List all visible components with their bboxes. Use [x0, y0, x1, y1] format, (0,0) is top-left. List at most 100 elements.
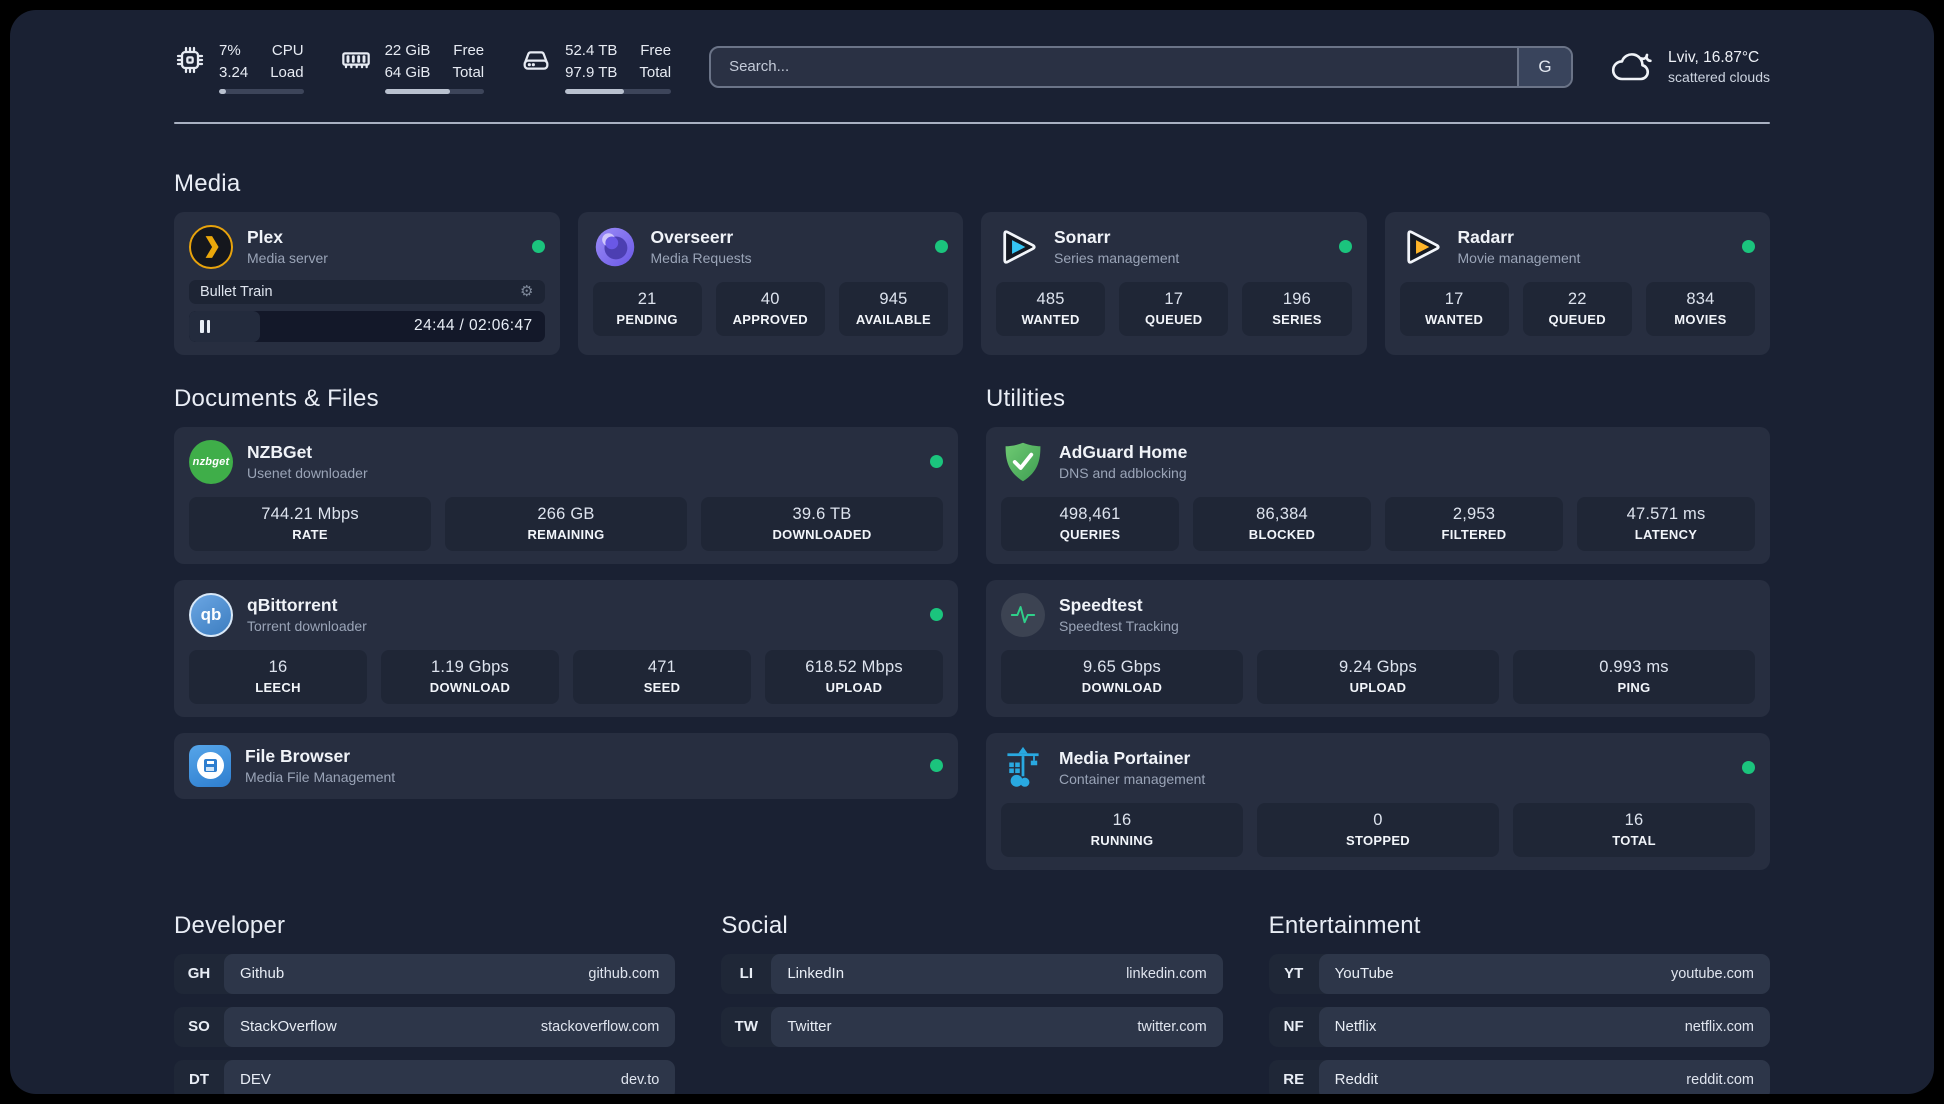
weather-condition: scattered clouds [1668, 68, 1770, 85]
link-url: dev.to [620, 1071, 660, 1088]
disk-total-value: 97.9 TB [565, 63, 618, 81]
app-subtitle: Media Requests [650, 250, 752, 266]
memory-icon [341, 52, 370, 69]
stat-latency: 47.571 ms LATENCY [1577, 496, 1755, 551]
app-subtitle: Media server [247, 250, 328, 266]
app-subtitle: DNS and adblocking [1059, 465, 1187, 481]
app-subtitle: Series management [1054, 250, 1180, 266]
session-settings-icon[interactable]: ⚙ [520, 284, 533, 299]
section-title-developer: Developer [174, 911, 286, 939]
app-name: Radarr [1457, 227, 1514, 247]
link-abbr: RE [1283, 1071, 1305, 1088]
link-twitter[interactable]: TW Twitter twitter.com [721, 1006, 1223, 1047]
cpu-progress-fill [219, 88, 226, 94]
link-netflix[interactable]: NF Netflix netflix.com [1268, 1006, 1770, 1047]
app-name: AdGuard Home [1059, 442, 1188, 462]
app-card-sonarr[interactable]: Sonarr Series management 485 WANTED 17 Q… [981, 211, 1367, 355]
link-name: StackOverflow [240, 1018, 337, 1035]
app-card-radarr[interactable]: Radarr Movie management 17 WANTED 22 QUE… [1384, 211, 1770, 355]
memory-total-label: Total [452, 63, 485, 81]
section-title-utilities: Utilities [986, 384, 1066, 412]
stat-seed: 471 SEED [573, 649, 751, 704]
speedtest-icon [1001, 592, 1045, 637]
app-subtitle: Torrent downloader [247, 618, 367, 634]
search-engine-button[interactable]: G [1517, 47, 1572, 86]
link-abbr: YT [1284, 965, 1304, 982]
stat-download: 1.19 Gbps DOWNLOAD [381, 649, 559, 704]
link-name: DEV [240, 1071, 271, 1088]
header-divider [174, 121, 1770, 124]
app-subtitle: Speedtest Tracking [1059, 618, 1179, 634]
app-card-filebrowser[interactable]: File Browser Media File Management [174, 732, 958, 799]
app-card-nzbget[interactable]: nzbget NZBGet Usenet downloader 744.21 M… [174, 426, 958, 564]
link-url: stackoverflow.com [540, 1018, 660, 1035]
link-linkedin[interactable]: LI LinkedIn linkedin.com [721, 953, 1223, 994]
playback-progress-bar: 24:44 / 02:06:47 [189, 310, 545, 342]
app-name: Media Portainer [1059, 748, 1191, 768]
stat-pending: 21 PENDING [592, 281, 702, 336]
link-dev[interactable]: DT DEV dev.to [174, 1059, 676, 1094]
link-name: Github [240, 965, 285, 982]
app-card-overseerr[interactable]: Overseerr Media Requests 21 PENDING 40 A… [577, 211, 963, 355]
link-abbr: TW [734, 1018, 758, 1035]
playback-time: 24:44 / 02:06:47 [414, 317, 533, 334]
disk-free-label: Free [640, 42, 672, 59]
app-card-qbittorrent[interactable]: qb qBittorrent Torrent downloader 16 LEE… [174, 579, 958, 717]
memory-free-value: 22 GiB [384, 42, 431, 59]
link-abbr: GH [187, 965, 211, 982]
link-abbr: LI [739, 965, 753, 982]
app-card-portainer[interactable]: Media Portainer Container management 16 … [986, 732, 1770, 870]
stat-queries: 498,461 QUERIES [1001, 496, 1179, 551]
link-youtube[interactable]: YT YouTube youtube.com [1268, 953, 1770, 994]
social-links-column: Social LI LinkedIn linkedin.com TW Twitt… [721, 911, 1223, 1095]
stat-remaining: 266 GB REMAINING [445, 496, 687, 551]
stat-movies: 834 MOVIES [1645, 281, 1756, 336]
overseerr-icon [593, 225, 637, 269]
cpu-usage-value: 7% [219, 42, 241, 59]
stat-series: 196 SERIES [1242, 281, 1352, 336]
section-title-social: Social [721, 911, 788, 939]
utilities-column: Utilities AdGuard Home DNS and adblockin… [986, 385, 1770, 870]
link-name: YouTube [1334, 965, 1394, 982]
link-abbr: DT [189, 1071, 209, 1088]
link-url: netflix.com [1684, 1018, 1754, 1035]
disk-free-value: 52.4 TB [565, 42, 618, 59]
app-card-plex[interactable]: Plex Media server Bullet Train ⚙ 24:44 /… [174, 211, 560, 355]
memory-progress-track [384, 88, 485, 94]
now-playing-title: Bullet Train [200, 283, 273, 300]
cpu-progress-track [219, 88, 304, 94]
link-name: Reddit [1334, 1071, 1379, 1088]
app-card-adguard[interactable]: AdGuard Home DNS and adblocking 498,461 … [986, 426, 1770, 564]
stat-upload: 9.24 Gbps UPLOAD [1257, 649, 1499, 704]
stat-leech: 16 LEECH [189, 649, 367, 704]
stat-download: 9.65 Gbps DOWNLOAD [1001, 649, 1243, 704]
status-dot [930, 608, 943, 621]
app-card-speedtest[interactable]: Speedtest Speedtest Tracking 9.65 Gbps D… [986, 579, 1770, 717]
dashboard: 7% 3.24 CPU Load 22 GiB 64 GiB Free Tota… [10, 10, 1934, 1094]
cpu-icon [176, 46, 204, 74]
app-subtitle: Media File Management [245, 769, 396, 785]
app-name: NZBGet [247, 442, 313, 462]
link-reddit[interactable]: RE Reddit reddit.com [1268, 1059, 1770, 1094]
stat-running: 16 RUNNING [1001, 802, 1243, 857]
link-url: twitter.com [1137, 1018, 1207, 1035]
link-name: Netflix [1334, 1018, 1377, 1035]
link-github[interactable]: GH Github github.com [174, 953, 676, 994]
filebrowser-icon [189, 744, 231, 787]
sonarr-icon [996, 225, 1040, 269]
app-name: Plex [247, 227, 283, 247]
app-name: Sonarr [1054, 227, 1111, 247]
app-name: File Browser [245, 746, 351, 766]
status-dot [930, 455, 943, 468]
stat-downloaded: 39.6 TB DOWNLOADED [701, 496, 943, 551]
portainer-icon [1001, 746, 1045, 790]
documents-column: Documents & Files nzbget NZBGet Usenet d… [174, 385, 958, 870]
disk-progress-fill [565, 88, 625, 94]
weather-widget: Lviv, 16.87°C scattered clouds [1611, 49, 1770, 85]
qbittorrent-icon: qb [189, 592, 233, 637]
section-title-documents: Documents & Files [174, 384, 379, 412]
section-title-media: Media [174, 169, 241, 197]
disk-progress-track [565, 88, 672, 94]
search-input[interactable] [711, 47, 1518, 86]
link-stackoverflow[interactable]: SO StackOverflow stackoverflow.com [174, 1006, 676, 1047]
